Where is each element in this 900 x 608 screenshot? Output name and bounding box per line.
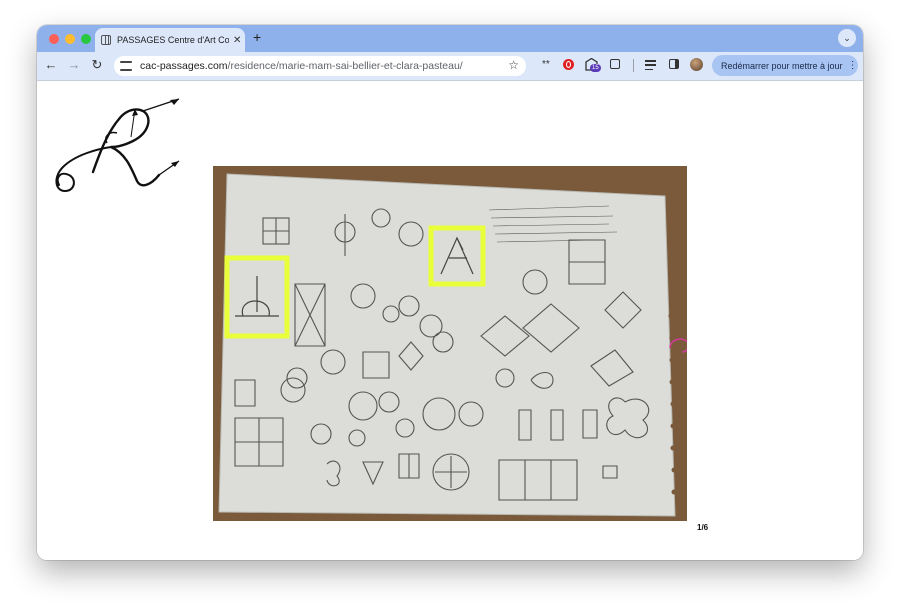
tab-close-icon[interactable]: ✕ bbox=[233, 35, 241, 46]
close-window-button[interactable] bbox=[49, 34, 59, 44]
tab-strip: PASSAGES Centre d'Art Cont ✕ + ⌄ bbox=[37, 25, 863, 52]
browser-toolbar: ← → ↻ cac-passages.com/residence/marie-m… bbox=[37, 52, 863, 81]
profile-avatar[interactable] bbox=[690, 58, 703, 71]
bookmark-star-icon[interactable]: ☆ bbox=[508, 58, 519, 72]
new-tab-button[interactable]: + bbox=[253, 29, 261, 45]
site-logo[interactable] bbox=[51, 97, 187, 197]
back-button[interactable]: ← bbox=[43, 57, 59, 73]
site-favicon-icon bbox=[101, 35, 111, 45]
browser-window: PASSAGES Centre d'Art Cont ✕ + ⌄ ← → ↻ c… bbox=[37, 25, 863, 560]
page-content: 1/6 bbox=[37, 81, 863, 560]
opera-extension-icon[interactable] bbox=[563, 59, 574, 70]
tab-search-button[interactable]: ⌄ bbox=[838, 29, 856, 47]
relaunch-update-button[interactable]: Redémarrer pour mettre à jour ⋮ bbox=[712, 55, 858, 76]
url-domain: cac-passages.com bbox=[140, 60, 228, 72]
url-path: /residence/marie-mam-sai-bellier-et-clar… bbox=[227, 60, 463, 72]
maximize-window-button[interactable] bbox=[81, 34, 91, 44]
site-settings-icon[interactable] bbox=[120, 61, 132, 71]
extensions-puzzle-icon[interactable] bbox=[610, 59, 620, 69]
reload-button[interactable]: ↻ bbox=[89, 57, 105, 73]
window-controls bbox=[49, 34, 91, 44]
side-panel-icon[interactable] bbox=[669, 59, 679, 69]
tab-passages[interactable]: PASSAGES Centre d'Art Cont ✕ bbox=[95, 28, 245, 52]
calendar-badge: 15 bbox=[590, 64, 601, 72]
address-bar[interactable]: cac-passages.com/residence/marie-mam-sai… bbox=[114, 56, 526, 76]
tab-title: PASSAGES Centre d'Art Cont bbox=[117, 35, 229, 45]
update-button-label: Redémarrer pour mettre à jour bbox=[721, 60, 843, 71]
password-key-icon[interactable]: ** bbox=[542, 59, 550, 70]
toolbar-separator bbox=[633, 59, 634, 72]
media-controls-icon[interactable] bbox=[645, 60, 656, 70]
minimize-window-button[interactable] bbox=[65, 34, 75, 44]
forward-button[interactable]: → bbox=[66, 57, 82, 73]
gallery-photo[interactable] bbox=[213, 166, 687, 521]
slide-counter: 1/6 bbox=[697, 523, 709, 532]
url-text[interactable]: cac-passages.com/residence/marie-mam-sai… bbox=[140, 60, 463, 72]
more-menu-icon[interactable]: ⋮ bbox=[848, 60, 858, 71]
